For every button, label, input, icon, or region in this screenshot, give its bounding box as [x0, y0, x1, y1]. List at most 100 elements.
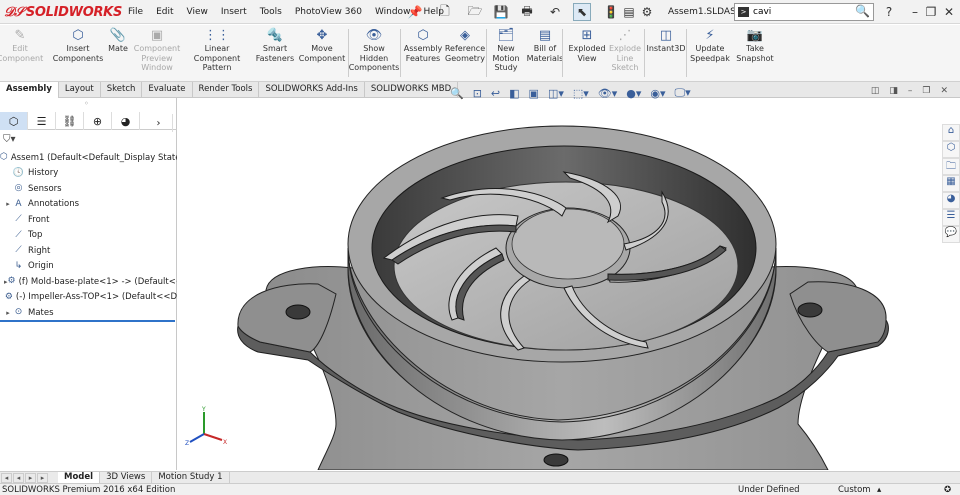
prev-tab-icon[interactable]: ◂ — [13, 472, 24, 483]
design-library-icon[interactable]: ⬡ — [942, 141, 960, 158]
linear-pattern-button[interactable]: ⋮⋮ Linear Component Pattern — [182, 27, 252, 79]
tree-root[interactable]: ⬡ Assem1 (Default<Default_Display State-… — [0, 150, 177, 166]
graphics-area[interactable]: 🔍 ⊡ ↩ ◧ ▣ ◫▾ ⬚▾ 👁▾ ●▾ ◉▾ 🖵▾ ◫ ◨ – ❐ ✕ Y … — [178, 86, 960, 470]
plane-icon: ⟋ — [15, 245, 22, 256]
menu-insert[interactable]: Insert — [221, 7, 247, 17]
tab-render-tools[interactable]: Render Tools — [193, 82, 260, 98]
tree-item[interactable]: 🕓 History — [0, 166, 177, 182]
motion-study-button[interactable]: 🗂 New Motion Study — [488, 27, 524, 79]
display-manager-tab-icon[interactable]: ◕ — [112, 112, 140, 130]
undo-icon[interactable]: ↶ — [546, 3, 564, 21]
tab-sketch[interactable]: Sketch — [101, 82, 143, 98]
edit-component-button[interactable]: ✎ Edit Component — [0, 27, 44, 79]
snapshot-button[interactable]: 📷 Take Snapshot — [734, 27, 776, 79]
view-palette-icon[interactable]: ▦ — [942, 175, 960, 192]
assembly-features-button[interactable]: ⬡ Assembly Features — [402, 27, 444, 79]
last-tab-icon[interactable]: ▸ — [37, 472, 48, 483]
definition-status: Under Defined — [738, 485, 800, 495]
file-properties-icon[interactable]: ▤ — [620, 3, 638, 21]
viewport-minimize-icon[interactable]: – — [908, 86, 913, 96]
instant3d-button[interactable]: ◫ Instant3D — [646, 27, 686, 79]
menu-tools[interactable]: Tools — [260, 7, 282, 17]
next-tab-icon[interactable]: ▸ — [25, 472, 36, 483]
viewport-split-icon[interactable]: ◨ — [889, 86, 898, 96]
tab-layout[interactable]: Layout — [59, 82, 101, 98]
chevron-right-icon[interactable]: › — [145, 114, 173, 132]
close-icon[interactable]: ✕ — [940, 3, 958, 21]
new-document-icon[interactable]: 🗋 — [436, 3, 454, 21]
fan-shroud-model[interactable] — [178, 98, 960, 470]
tab-addins[interactable]: SOLIDWORKS Add-Ins — [259, 82, 365, 98]
menu-file[interactable]: File — [128, 7, 143, 17]
units-chevron-icon[interactable]: ▴ — [877, 485, 881, 495]
menu-photoview[interactable]: PhotoView 360 — [295, 7, 362, 17]
menu-view[interactable]: View — [187, 7, 208, 17]
tree-item[interactable]: ⟋ Right — [0, 243, 177, 259]
expand-icon[interactable]: ▸ — [4, 309, 12, 317]
units-selector[interactable]: Custom — [838, 485, 871, 495]
configuration-manager-tab-icon[interactable]: ⛓ — [56, 112, 84, 130]
filter-icon[interactable]: ⛉▾ — [3, 134, 16, 145]
open-icon[interactable]: 🗁 — [466, 3, 484, 21]
show-hidden-button[interactable]: 👁 Show Hidden Components — [349, 27, 400, 79]
select-icon[interactable]: ⬉ — [573, 3, 591, 21]
rebuild-icon[interactable]: 🚦 — [602, 3, 620, 21]
move-component-button[interactable]: ✥ Move Component — [299, 27, 345, 79]
explode-line-button[interactable]: ⋰ Explode Line Sketch — [608, 27, 642, 79]
tree-item[interactable]: ▸ A Annotations — [0, 197, 177, 213]
help-icon[interactable]: ? — [880, 3, 898, 21]
reference-geometry-button[interactable]: ◈ Reference Geometry — [444, 27, 486, 79]
speedpak-button[interactable]: ⚡ Update Speedpak — [688, 27, 732, 79]
notifications-icon[interactable]: ✪ — [944, 485, 951, 495]
appearances-icon[interactable]: ◕ — [942, 192, 960, 209]
tab-motion-study[interactable]: Motion Study 1 — [152, 471, 230, 484]
bill-of-materials-button[interactable]: ▤ Bill of Materials — [524, 27, 566, 79]
search-input[interactable] — [753, 5, 853, 19]
smart-fasteners-button[interactable]: 🔩 Smart Fasteners — [256, 27, 294, 79]
options-gear-icon[interactable]: ⚙ — [638, 3, 656, 21]
dimxpert-tab-icon[interactable]: ⊕ — [84, 112, 112, 130]
tab-assembly[interactable]: Assembly — [0, 82, 59, 98]
viewport-tile-icon[interactable]: ◫ — [871, 86, 880, 96]
feature-manager-tab-icon[interactable]: ⬡ — [0, 112, 28, 130]
command-label: Motion — [492, 53, 520, 63]
exploded-view-button[interactable]: ⊞ Exploded View — [566, 27, 608, 79]
tree-item[interactable]: ↳ Origin — [0, 259, 177, 275]
home-icon[interactable]: ⌂ — [942, 124, 960, 141]
save-icon[interactable]: 💾 — [492, 3, 510, 21]
expand-icon[interactable]: ▸ — [4, 200, 12, 208]
command-label: Component — [0, 53, 44, 63]
solidworks-logo[interactable]: 𝒟𝒮 SOLIDWORKS — [4, 3, 122, 21]
mate-button[interactable]: 📎 Mate — [106, 27, 130, 79]
tree-item[interactable]: ▸ ⊙ Mates — [0, 305, 177, 321]
command-search-icon: > — [738, 7, 749, 17]
tree-item[interactable]: ▸ ⚙ (f) Mold-base-plate<1> -> (Default<< — [0, 274, 177, 290]
tree-item[interactable]: ⟋ Top — [0, 228, 177, 244]
restore-icon[interactable]: ❐ — [922, 3, 940, 21]
viewport-close-icon[interactable]: ✕ — [940, 86, 948, 96]
custom-properties-icon[interactable]: ☰ — [942, 209, 960, 226]
first-tab-icon[interactable]: ◂ — [1, 472, 12, 483]
tree-item[interactable]: ⚙ (-) Impeller-Ass-TOP<1> (Default<<D — [0, 290, 177, 306]
viewport-restore-icon[interactable]: ❐ — [922, 86, 930, 96]
tab-model[interactable]: Model — [58, 471, 101, 484]
command-label: Sketch — [611, 63, 639, 72]
print-icon[interactable]: 🖶 — [518, 3, 536, 21]
tab-evaluate[interactable]: Evaluate — [142, 82, 193, 98]
tab-3d-views[interactable]: 3D Views — [100, 471, 153, 484]
tree-item[interactable]: ◎ Sensors — [0, 181, 177, 197]
menu-edit[interactable]: Edit — [156, 7, 173, 17]
collapse-handle-icon[interactable]: ◦ — [84, 99, 89, 108]
search-box[interactable]: > 🔍 — [734, 3, 874, 21]
search-icon[interactable]: 🔍 — [855, 4, 870, 18]
component-preview-button[interactable]: ▣ Component Preview Window — [132, 27, 182, 79]
property-manager-tab-icon[interactable]: ☰ — [28, 112, 56, 130]
tree-item-label: Annotations — [28, 199, 80, 210]
tab-mbd[interactable]: SOLIDWORKS MBD — [365, 82, 459, 98]
forum-icon[interactable]: 💬 — [942, 226, 960, 243]
rollback-bar[interactable] — [0, 320, 175, 322]
file-explorer-icon[interactable]: 🗀 — [942, 158, 960, 175]
tree-item[interactable]: ⟋ Front — [0, 212, 177, 228]
pin-icon[interactable]: 📌 — [406, 3, 424, 21]
insert-components-button[interactable]: ⬡ Insert Components — [52, 27, 104, 79]
